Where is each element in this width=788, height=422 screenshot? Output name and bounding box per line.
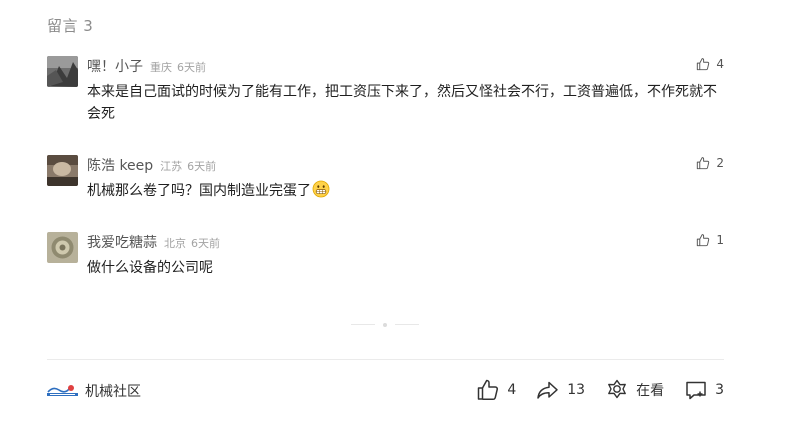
article-footer-bar: 机械社区 4 13 在看 3 xyxy=(47,378,724,406)
article-like-count: 4 xyxy=(507,382,517,398)
avatar-image-icon xyxy=(47,155,78,186)
comment-time: 6天前 xyxy=(177,61,206,74)
avatar[interactable] xyxy=(47,232,78,263)
end-of-list-indicator xyxy=(351,323,419,327)
comment-nickname[interactable]: 嘿！小子 xyxy=(87,56,143,76)
article-like-button[interactable]: 4 xyxy=(476,378,516,402)
article-comment-button[interactable]: 3 xyxy=(684,378,724,402)
article-comment-count: 3 xyxy=(715,382,724,398)
comment-time: 6天前 xyxy=(187,160,217,173)
comment-like-button[interactable]: 2 xyxy=(696,156,724,170)
comment-meta: 嘿！小子 重庆 6天前 xyxy=(87,56,206,76)
avatar-image-icon xyxy=(47,56,78,87)
comment-item: 陈浩 keep 江苏 6天前 2 机械那么卷了吗？国内制造业完蛋了 xyxy=(47,155,724,203)
account-link[interactable]: 机械社区 xyxy=(47,381,141,401)
thumbs-up-icon xyxy=(697,234,710,247)
comment-like-button[interactable]: 1 xyxy=(696,233,724,247)
article-share-button[interactable]: 13 xyxy=(536,378,585,402)
thumbs-up-icon xyxy=(697,58,710,71)
thumbs-up-icon xyxy=(697,157,710,170)
comment-text: 机械那么卷了吗？国内制造业完蛋了 xyxy=(87,180,724,202)
comment-text: 本来是自己面试的时候为了能有工作，把工资压下来了，然后又怪社会不行，工资普遍低，… xyxy=(87,84,717,122)
avatar[interactable] xyxy=(47,155,78,186)
comment-like-button[interactable]: 4 xyxy=(696,57,724,71)
avatar[interactable] xyxy=(47,56,78,87)
comment-location: 北京 xyxy=(164,237,186,250)
article-wow-button[interactable]: 在看 xyxy=(605,378,664,402)
account-logo-icon xyxy=(47,385,78,396)
comment-item: 我爱吃糖蒜 北京 6天前 1 做什么设备的公司呢 xyxy=(47,232,724,280)
comment-time: 6天前 xyxy=(191,237,220,250)
footer-actions: 4 13 在看 3 xyxy=(456,378,724,402)
comment-nickname[interactable]: 陈浩 keep xyxy=(87,155,153,175)
flower-wow-icon xyxy=(608,379,626,399)
comment-meta: 陈浩 keep 江苏 6天前 xyxy=(87,155,217,175)
grin-emoji-icon xyxy=(312,180,330,198)
avatar-image-icon xyxy=(47,232,78,263)
comment-text-body: 机械那么卷了吗？国内制造业完蛋了 xyxy=(87,183,311,199)
thumbs-up-icon xyxy=(478,379,499,401)
comments-header: 留言 3 xyxy=(47,17,94,35)
comment-nickname[interactable]: 我爱吃糖蒜 xyxy=(87,232,157,252)
comment-add-icon xyxy=(686,381,706,400)
footer-divider xyxy=(47,359,724,360)
comment-item: 嘿！小子 重庆 6天前 4 本来是自己面试的时候为了能有工作，把工资压下来了，然… xyxy=(47,56,724,126)
comment-location: 重庆 xyxy=(150,61,172,74)
comment-meta: 我爱吃糖蒜 北京 6天前 xyxy=(87,232,220,252)
comment-text: 做什么设备的公司呢 xyxy=(87,260,213,276)
comment-like-count: 1 xyxy=(716,233,724,247)
account-name: 机械社区 xyxy=(85,384,141,400)
comment-like-count: 2 xyxy=(716,156,724,170)
article-wow-label: 在看 xyxy=(636,383,665,399)
comment-like-count: 4 xyxy=(716,57,724,71)
share-arrow-icon xyxy=(537,381,558,399)
article-share-count: 13 xyxy=(567,382,586,398)
comment-location: 江苏 xyxy=(160,160,183,173)
